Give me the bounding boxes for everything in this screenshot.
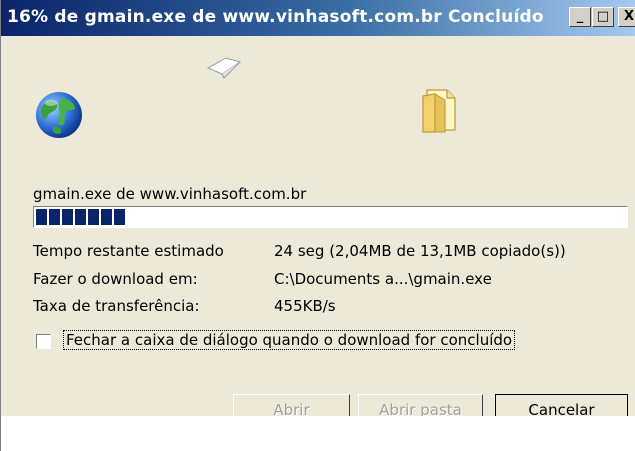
info-value: 455KB/s [274,297,336,315]
close-on-complete-label[interactable]: Fechar a caixa de diálogo quando o downl… [63,330,516,350]
window-bottom-area [1,416,635,451]
progress-bar [33,206,628,228]
progress-segment [88,209,99,225]
download-dialog: 16% de gmain.exe de www.vinhasoft.com.br… [0,0,635,451]
info-value: C:\Documents a...\gmain.exe [274,270,492,288]
close-button[interactable]: X [618,7,635,27]
download-filename: gmain.exe de www.vinhasoft.com.br [33,185,307,203]
flying-document-icon [206,57,242,79]
progress-segment [49,209,60,225]
dialog-body: gmain.exe de www.vinhasoft.com.br Tempo … [1,36,635,451]
globe-icon [36,92,82,138]
info-label: Taxa de transferência: [33,297,200,315]
progress-segment [101,209,112,225]
window-title: 16% de gmain.exe de www.vinhasoft.com.br… [7,7,544,27]
info-label: Tempo restante estimado [33,242,224,260]
info-value: 24 seg (2,04MB de 13,1MB copiado(s)) [274,242,566,260]
window-right-edge [631,36,635,451]
title-bar[interactable]: 16% de gmain.exe de www.vinhasoft.com.br… [1,0,635,36]
folder-icon [422,89,456,133]
progress-segment [75,209,86,225]
close-on-complete-checkbox[interactable] [36,334,51,349]
info-label: Fazer o download em: [33,270,198,288]
minimize-button[interactable]: _ [569,7,591,27]
progress-segment [36,209,47,225]
progress-segment [62,209,73,225]
maximize-button[interactable]: □ [592,7,614,27]
progress-segment [114,209,125,225]
